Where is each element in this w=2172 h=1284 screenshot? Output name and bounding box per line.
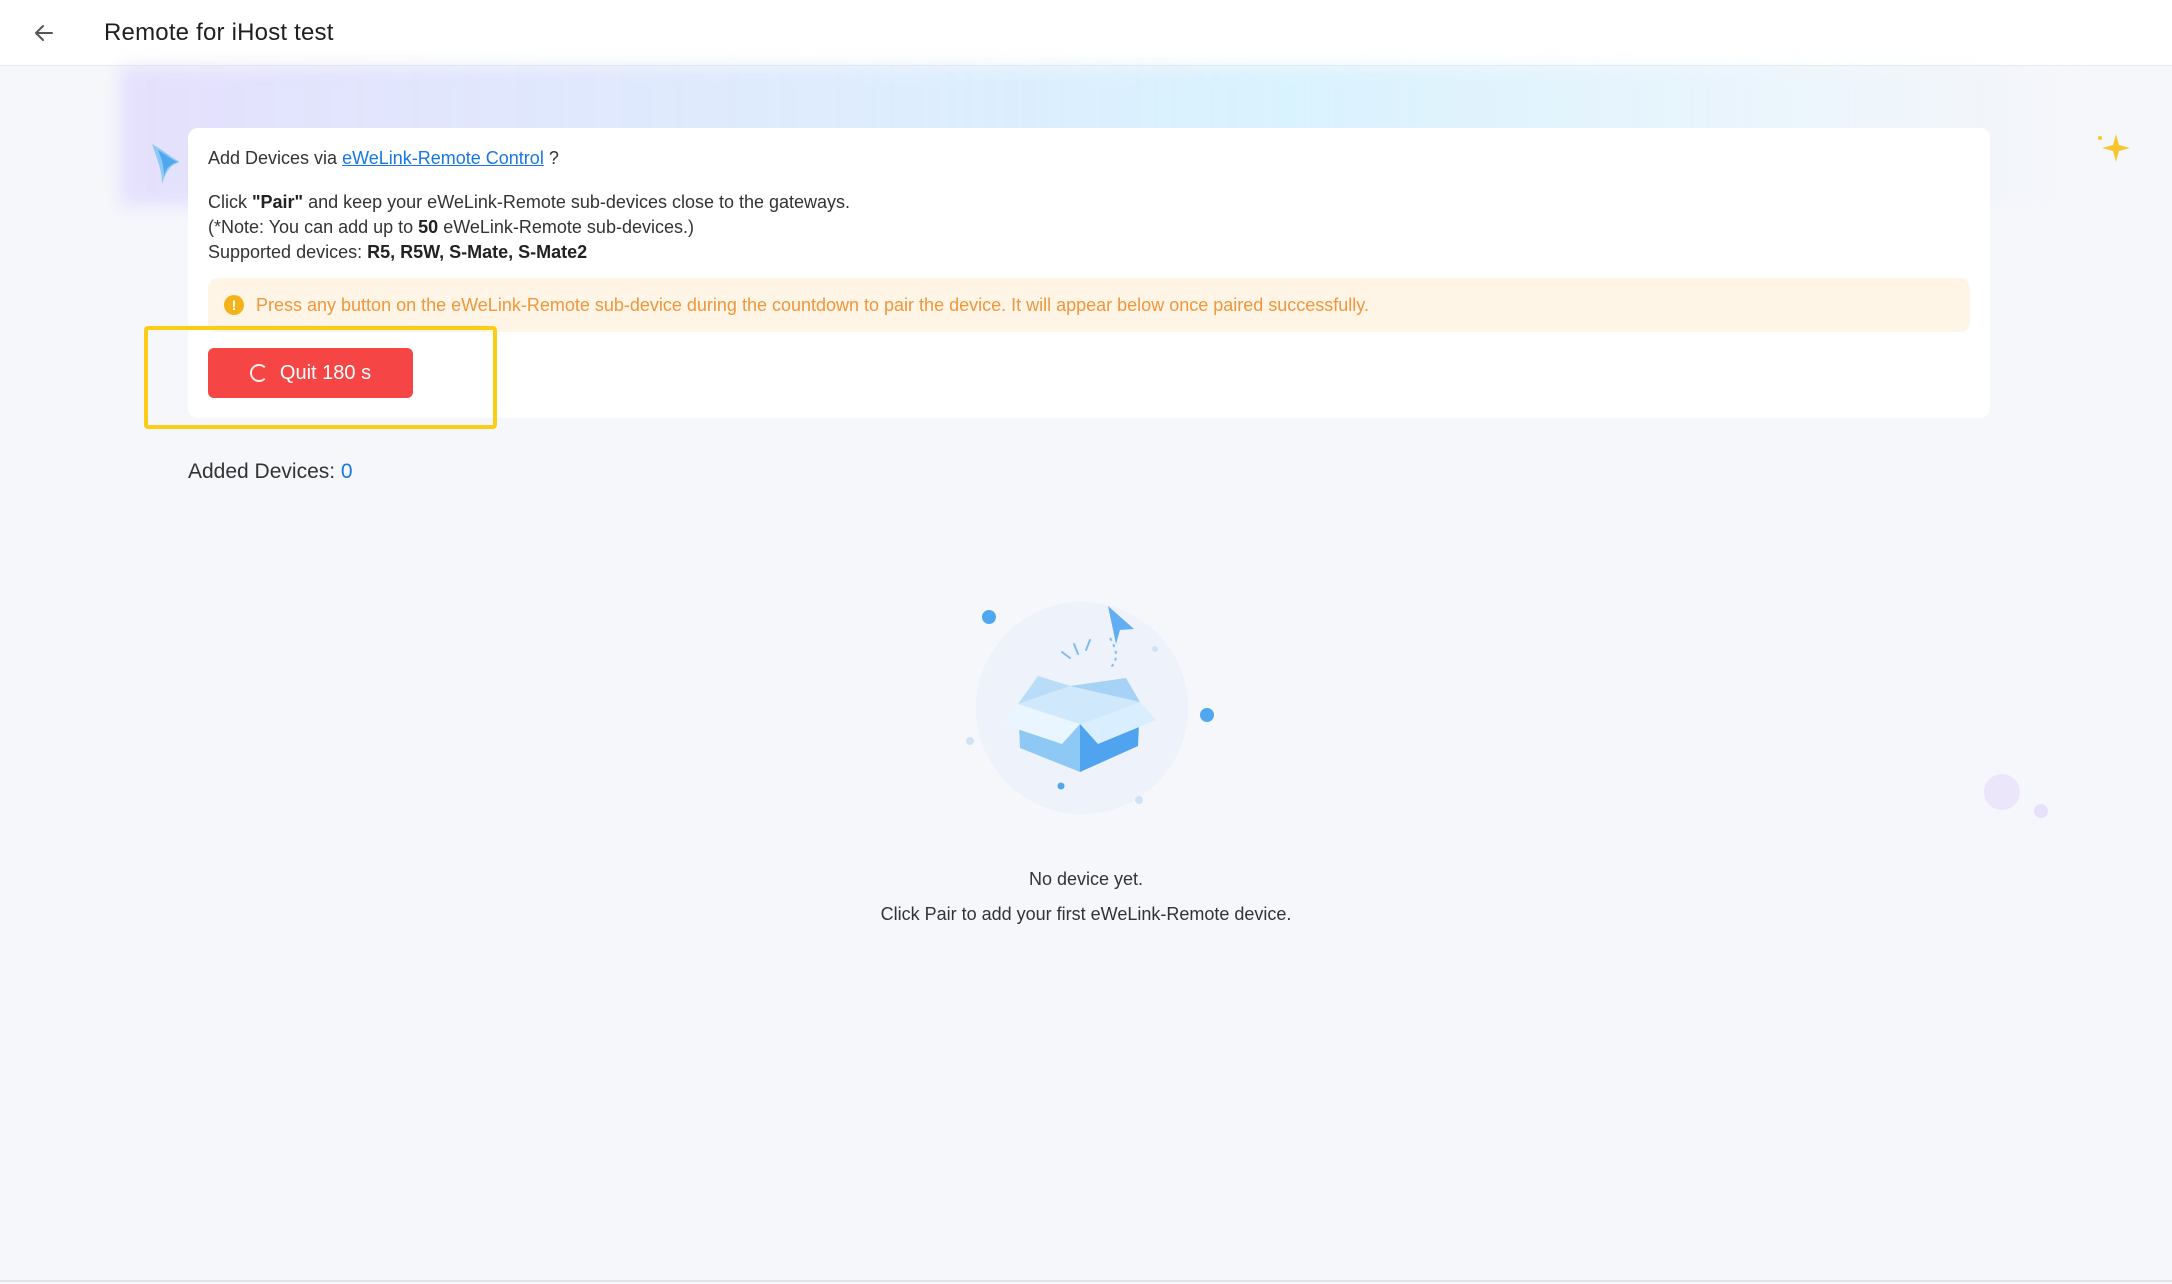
empty-state-title: No device yet. xyxy=(1028,869,1144,889)
added-devices-count: 0 xyxy=(340,460,353,483)
line1-bold: "Pair" xyxy=(252,192,304,212)
sparkle-icon xyxy=(152,144,180,184)
line2-prefix: (*Note: You can add up to xyxy=(208,217,419,237)
line1-prefix: Click xyxy=(208,192,252,212)
pairing-description: Click "Pair" and keep your eWeLink-Remot… xyxy=(208,190,850,265)
pair-instruction: Click "Pair" and keep your eWeLink-Remot… xyxy=(208,190,850,215)
quit-button[interactable]: Quit 180 s xyxy=(208,348,413,398)
page-title: Remote for iHost test xyxy=(104,18,334,46)
line3-bold: R5, R5W, S-Mate, S-Mate2 xyxy=(367,242,588,262)
supported-devices: Supported devices: R5, R5W, S-Mate, S-Ma… xyxy=(208,240,850,265)
star-icon xyxy=(2098,134,2130,162)
intro-line: Add Devices via eWeLink-Remote Control ? xyxy=(208,148,559,169)
warning-icon: ! xyxy=(224,295,244,315)
notice-text: Press any button on the eWeLink-Remote s… xyxy=(256,294,1369,315)
line1-suffix: and keep your eWeLink-Remote sub-devices… xyxy=(303,192,851,212)
empty-box-icon xyxy=(966,602,1214,814)
intro-suffix: ? xyxy=(543,148,559,168)
arrow-left-icon xyxy=(35,24,53,41)
line2-suffix: eWeLink-Remote sub-devices.) xyxy=(438,217,694,237)
bottom-divider xyxy=(0,1280,2172,1282)
quit-button-label: Quit 180 s xyxy=(279,361,372,384)
empty-state-subtitle: Click Pair to add your first eWeLink-Rem… xyxy=(880,904,1292,924)
line3-prefix: Supported devices: xyxy=(208,242,368,262)
limit-note: (*Note: You can add up to 50 eWeLink-Rem… xyxy=(208,215,850,240)
countdown-notice: ! Press any button on the eWeLink-Remote… xyxy=(208,278,1970,332)
app-header: Remote for iHost test xyxy=(0,0,2172,66)
back-button[interactable] xyxy=(14,3,74,63)
intro-prefix: Add Devices via xyxy=(208,148,343,168)
added-devices-label: Added Devices: 0 xyxy=(188,460,353,484)
decor-circle-small xyxy=(2034,804,2048,818)
line2-bold: 50 xyxy=(418,217,439,237)
ewelink-remote-control-link[interactable]: eWeLink-Remote Control xyxy=(342,148,544,168)
loading-spinner-icon xyxy=(249,364,268,382)
decor-circle-large xyxy=(1984,774,2020,810)
added-devices-text: Added Devices: xyxy=(188,460,341,483)
